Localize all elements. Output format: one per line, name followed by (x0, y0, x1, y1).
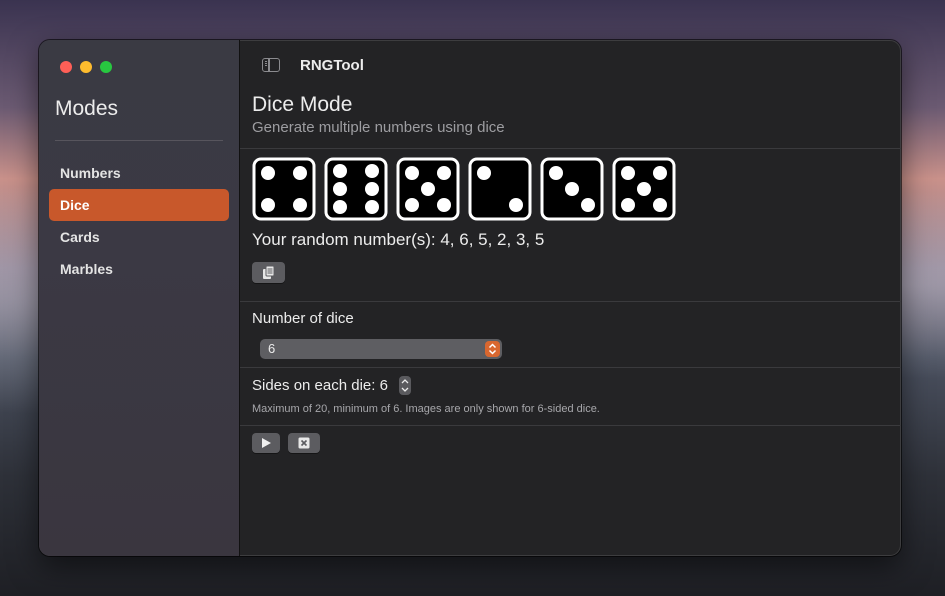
die-pip (333, 200, 347, 214)
die-pip (621, 198, 635, 212)
copy-icon (263, 265, 275, 279)
clear-icon (298, 437, 310, 449)
sidebar-item-numbers[interactable]: Numbers (49, 157, 229, 189)
sidebar: Modes Numbers Dice Cards Marbles (39, 40, 240, 556)
die-5 (540, 157, 604, 221)
play-icon (262, 438, 271, 448)
sidebar-divider (55, 140, 223, 141)
die-pip (365, 164, 379, 178)
die-pip (549, 166, 563, 180)
die-pip (509, 198, 523, 212)
copy-button[interactable] (252, 262, 285, 283)
die-pip (653, 166, 667, 180)
die-pip (333, 164, 347, 178)
sides-label: Sides on each die: 6 (252, 377, 388, 394)
sidebar-toggle-icon[interactable] (262, 58, 280, 72)
die-pip (365, 200, 379, 214)
stepper-icon (401, 379, 409, 392)
page-subtitle: Generate multiple numbers using dice (252, 119, 505, 136)
die-pip (437, 166, 451, 180)
chevron-up-down-icon (485, 341, 500, 357)
die-pip (405, 166, 419, 180)
die-pip (293, 166, 307, 180)
app-window: Modes Numbers Dice Cards Marbles RNGTool… (39, 40, 901, 556)
die-pip (637, 182, 651, 196)
zoom-button[interactable] (100, 61, 112, 73)
die-pip (405, 198, 419, 212)
sides-stepper[interactable] (399, 376, 411, 395)
divider (240, 148, 901, 149)
die-pip (621, 166, 635, 180)
divider (240, 301, 901, 302)
die-2 (324, 157, 388, 221)
die-pip (261, 198, 275, 212)
sides-note: Maximum of 20, minimum of 6. Images are … (252, 403, 600, 415)
window-controls (60, 61, 112, 73)
minimize-button[interactable] (80, 61, 92, 73)
result-text: Your random number(s): 4, 6, 5, 2, 3, 5 (252, 230, 545, 249)
roll-button[interactable] (252, 433, 280, 453)
sidebar-title: Modes (55, 97, 119, 120)
die-pip (437, 198, 451, 212)
clear-button[interactable] (288, 433, 320, 453)
die-pip (477, 166, 491, 180)
die-pip (653, 198, 667, 212)
sidebar-item-cards[interactable]: Cards (49, 221, 229, 253)
die-4 (468, 157, 532, 221)
die-pip (365, 182, 379, 196)
sidebar-list: Numbers Dice Cards Marbles (49, 157, 229, 285)
sidebar-item-marbles[interactable]: Marbles (49, 253, 229, 285)
number-of-dice-value: 6 (268, 341, 276, 356)
die-1 (252, 157, 316, 221)
sidebar-item-dice[interactable]: Dice (49, 189, 229, 221)
die-pip (565, 182, 579, 196)
number-of-dice-label: Number of dice (252, 310, 354, 327)
die-pip (421, 182, 435, 196)
main-content: RNGTool Dice Mode Generate multiple numb… (240, 40, 901, 556)
divider (240, 425, 901, 426)
app-title: RNGTool (300, 57, 364, 74)
page-title: Dice Mode (252, 93, 353, 116)
die-pip (261, 166, 275, 180)
number-of-dice-select[interactable]: 6 (260, 339, 502, 359)
die-3 (396, 157, 460, 221)
die-pip (293, 198, 307, 212)
die-pip (581, 198, 595, 212)
dice-images (252, 157, 676, 221)
divider (240, 367, 901, 368)
close-button[interactable] (60, 61, 72, 73)
die-pip (333, 182, 347, 196)
die-6 (612, 157, 676, 221)
